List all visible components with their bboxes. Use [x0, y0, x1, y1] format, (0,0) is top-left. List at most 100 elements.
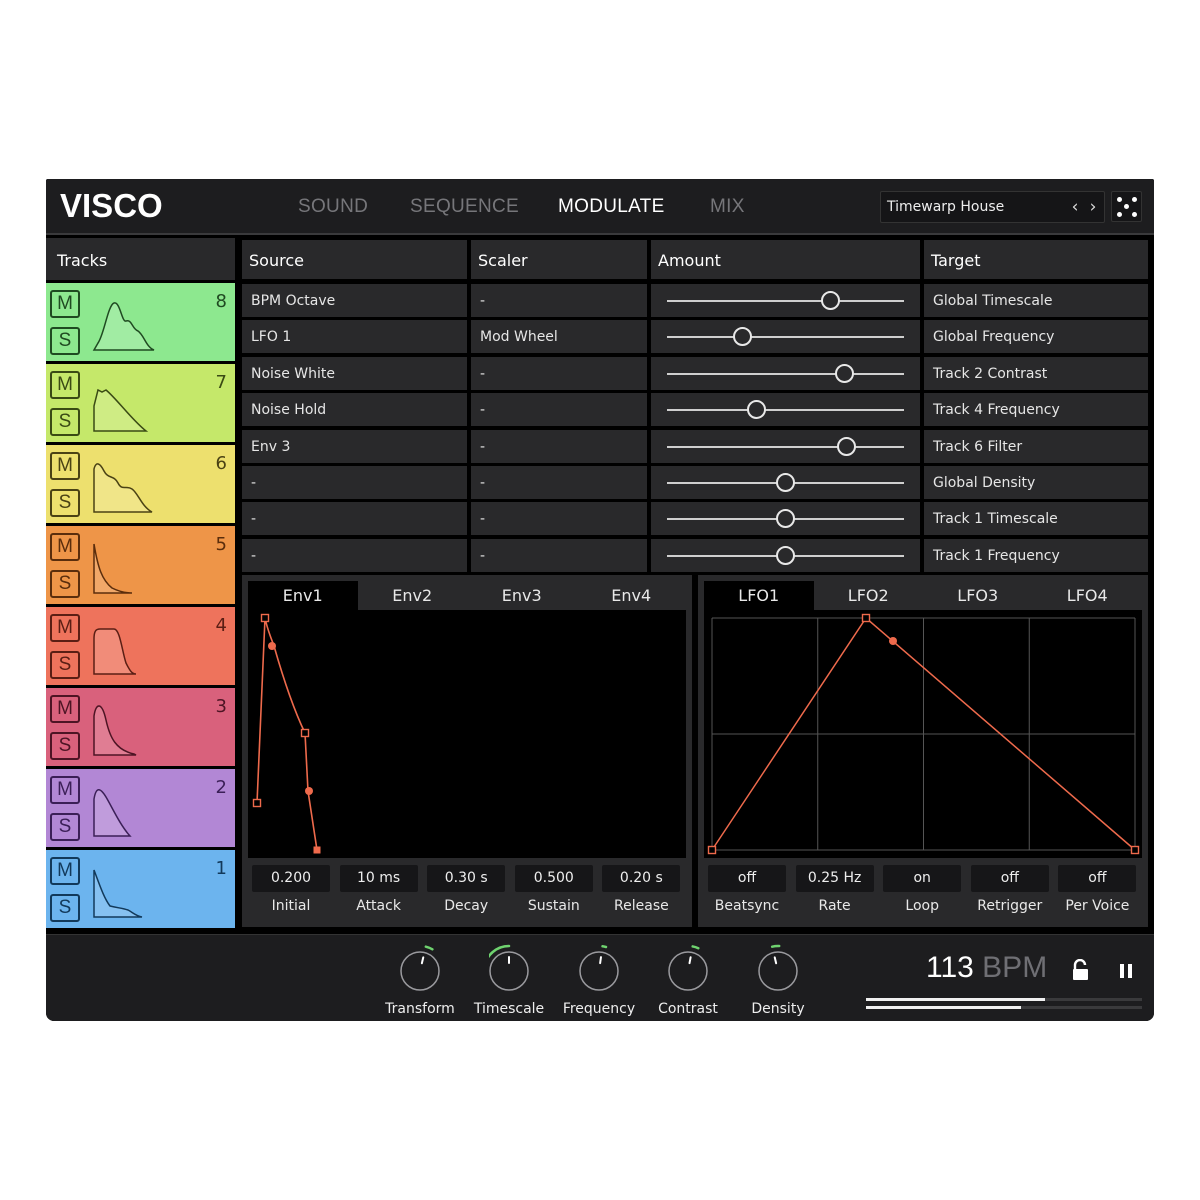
amount-slider-thumb[interactable]: [834, 363, 854, 383]
track-row-8[interactable]: MS 8: [46, 283, 235, 361]
amount-slider-track[interactable]: [667, 372, 904, 375]
tab-envelope3[interactable]: Env3: [467, 581, 577, 610]
track-row-3[interactable]: MS 3: [46, 688, 235, 766]
envelope-graph[interactable]: [248, 610, 686, 858]
chevron-left-icon[interactable]: ‹: [1066, 195, 1084, 219]
knob-contrast[interactable]: Contrast: [646, 941, 730, 1019]
amount-slider-track[interactable]: [667, 336, 904, 339]
envelope-curve-handle[interactable]: [305, 787, 313, 795]
track-row-4[interactable]: MS 4: [46, 607, 235, 685]
lfo-retrigger-value[interactable]: off: [970, 865, 1049, 892]
amount-slider-track[interactable]: [667, 300, 904, 302]
tab-envelope2[interactable]: Env2: [358, 581, 468, 610]
mute-button[interactable]: M: [50, 695, 80, 723]
solo-button[interactable]: S: [50, 732, 80, 760]
envelope-curve-handle[interactable]: [268, 642, 276, 650]
solo-button[interactable]: S: [50, 489, 80, 517]
knob-density[interactable]: Density: [736, 941, 820, 1019]
scaler-cell[interactable]: -: [471, 284, 647, 317]
knob-dial[interactable]: [758, 941, 802, 997]
envelope-decay-value[interactable]: 0.30 s: [427, 865, 506, 892]
amount-cell[interactable]: [651, 538, 920, 572]
source-cell[interactable]: -: [242, 502, 467, 536]
knob-dial[interactable]: [579, 941, 623, 997]
chevron-right-icon[interactable]: ›: [1084, 195, 1102, 219]
amount-slider-thumb[interactable]: [837, 436, 857, 456]
scaler-cell[interactable]: Mod Wheel: [471, 320, 647, 354]
lfo-loop-value[interactable]: on: [883, 865, 962, 892]
target-cell[interactable]: Global Timescale: [924, 284, 1148, 317]
tab-sequence[interactable]: SEQUENCE: [410, 196, 519, 218]
knob-dial[interactable]: [400, 941, 444, 997]
mute-button[interactable]: M: [50, 776, 80, 804]
target-cell[interactable]: Global Density: [924, 466, 1148, 499]
source-cell[interactable]: -: [242, 466, 467, 499]
amount-cell[interactable]: [651, 429, 920, 463]
tab-lfo2[interactable]: LFO2: [814, 581, 924, 610]
source-cell[interactable]: LFO 1: [242, 320, 467, 354]
mute-button[interactable]: M: [50, 290, 80, 318]
amount-slider-thumb[interactable]: [775, 473, 795, 492]
solo-button[interactable]: S: [50, 408, 80, 436]
track-row-5[interactable]: MS 5: [46, 526, 235, 604]
amount-slider-thumb[interactable]: [775, 545, 795, 565]
envelope-release-value[interactable]: 0.20 s: [602, 865, 681, 892]
tab-envelope4[interactable]: Env4: [577, 581, 687, 610]
mute-button[interactable]: M: [50, 371, 80, 399]
solo-button[interactable]: S: [50, 570, 80, 598]
amount-cell[interactable]: [651, 502, 920, 536]
amount-slider-thumb[interactable]: [732, 327, 752, 347]
knob-dial[interactable]: [489, 941, 533, 997]
envelope-node[interactable]: [252, 798, 262, 808]
solo-button[interactable]: S: [50, 813, 80, 841]
lfo-node[interactable]: [707, 845, 717, 855]
track-row-6[interactable]: MS 6: [46, 445, 235, 523]
pause-button[interactable]: [1119, 963, 1133, 978]
solo-button[interactable]: S: [50, 651, 80, 679]
knob-transform[interactable]: Transform: [378, 941, 462, 1019]
scaler-cell[interactable]: -: [471, 502, 647, 536]
knob-timescale[interactable]: Timescale: [467, 941, 551, 1019]
tab-lfo3[interactable]: LFO3: [923, 581, 1033, 610]
track-row-2[interactable]: MS 2: [46, 769, 235, 847]
target-cell[interactable]: Track 2 Contrast: [924, 356, 1148, 390]
knob-frequency[interactable]: Frequency: [557, 941, 641, 1019]
amount-cell[interactable]: [651, 356, 920, 390]
lfo-rate-value[interactable]: 0.25 Hz: [795, 865, 874, 892]
envelope-initial-value[interactable]: 0.200: [252, 865, 330, 892]
tab-lfo4[interactable]: LFO4: [1033, 581, 1143, 610]
amount-cell[interactable]: [651, 284, 920, 317]
source-cell[interactable]: Noise White: [242, 356, 467, 390]
track-row-1[interactable]: MS 1: [46, 850, 235, 928]
envelope-attack-value[interactable]: 10 ms: [339, 865, 418, 892]
tab-envelope1[interactable]: Env1: [248, 581, 358, 610]
target-cell[interactable]: Track 6 Filter: [924, 429, 1148, 463]
preset-selector[interactable]: Timewarp House ‹ ›: [880, 191, 1105, 223]
lfo-editor[interactable]: [704, 610, 1142, 858]
tempo-lock-button[interactable]: [1071, 958, 1091, 981]
solo-button[interactable]: S: [50, 894, 80, 922]
lfo-graph[interactable]: [704, 610, 1142, 858]
envelope-sustain-value[interactable]: 0.500: [514, 865, 593, 892]
target-cell[interactable]: Global Frequency: [924, 320, 1148, 354]
target-cell[interactable]: Track 4 Frequency: [924, 393, 1148, 427]
track-row-7[interactable]: MS 7: [46, 364, 235, 442]
lfo-per-voice-value[interactable]: off: [1058, 865, 1137, 892]
amount-slider-thumb[interactable]: [747, 400, 767, 420]
amount-slider-track[interactable]: [667, 409, 904, 412]
amount-cell[interactable]: [651, 320, 920, 354]
amount-slider-thumb[interactable]: [775, 509, 795, 529]
source-cell[interactable]: Env 3: [242, 429, 467, 463]
lfo-curve-handle[interactable]: [889, 637, 897, 645]
lfo-node[interactable]: [1130, 845, 1140, 855]
scaler-cell[interactable]: -: [471, 429, 647, 463]
envelope-editor[interactable]: [248, 610, 686, 858]
tempo-display[interactable]: 113 BPM: [926, 951, 1047, 985]
amount-slider-track[interactable]: [667, 445, 904, 448]
mute-button[interactable]: M: [50, 533, 80, 561]
amount-slider-thumb[interactable]: [820, 291, 840, 310]
tab-modulate[interactable]: MODULATE: [558, 196, 665, 218]
lfo-beatsync-value[interactable]: off: [708, 865, 786, 892]
lfo-node[interactable]: [861, 613, 871, 623]
mute-button[interactable]: M: [50, 614, 80, 642]
